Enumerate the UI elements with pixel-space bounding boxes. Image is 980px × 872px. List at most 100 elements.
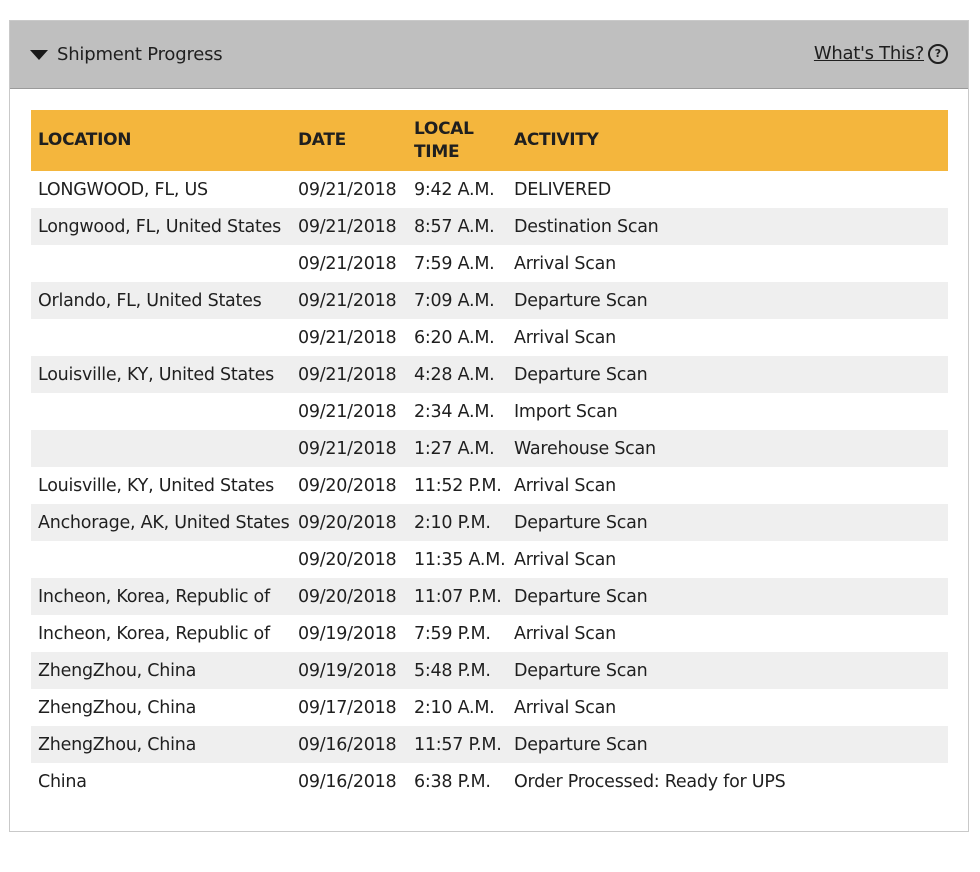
cell-activity: Arrival Scan [514,327,616,348]
cell-location: Orlando, FL, United States [38,290,262,311]
question-circle-icon[interactable]: ? [928,43,948,64]
cell-time: 4:28 A.M. [414,364,495,385]
cell-location: Louisville, KY, United States [38,364,274,385]
cell-location [31,245,291,282]
cell-date: 09/21/2018 [298,401,397,422]
table-row: 09/20/2018 11:35 A.M. Arrival Scan [31,541,948,578]
cell-time: 11:35 A.M. [414,549,506,570]
cell-location: Incheon, Korea, Republic of [38,586,270,607]
cell-activity: Arrival Scan [514,475,616,496]
cell-location: Incheon, Korea, Republic of [38,623,270,644]
cell-location: Longwood, FL, United States [38,216,282,237]
cell-date: 09/20/2018 [298,475,397,496]
cell-date: 09/20/2018 [298,512,397,533]
column-header-local-time: LOCAL TIME [407,110,507,171]
cell-date: 09/21/2018 [298,364,397,385]
cell-location: ZhengZhou, China [38,734,197,755]
cell-date: 09/20/2018 [298,586,397,607]
caret-down-icon [30,50,48,60]
column-header-date: DATE [298,130,346,150]
shipment-progress-table: LOCATION DATE LOCAL TIME ACTIVITY LONGWO… [31,110,948,800]
cell-activity: Warehouse Scan [514,438,656,459]
cell-activity: Arrival Scan [514,623,616,644]
cell-time: 2:10 A.M. [414,697,495,718]
cell-date: 09/21/2018 [298,290,397,311]
cell-date: 09/21/2018 [298,438,397,459]
cell-activity: Departure Scan [514,734,648,755]
help-container: What's This? ? [814,43,948,64]
cell-location: ZhengZhou, China [38,697,197,718]
cell-location [31,319,291,356]
cell-time: 2:10 P.M. [414,512,491,533]
whats-this-link[interactable]: What's This? [814,43,924,64]
cell-date: 09/16/2018 [298,771,397,792]
cell-location: China [38,771,87,792]
cell-time: 11:07 P.M. [414,586,502,607]
cell-time: 7:59 A.M. [414,253,495,274]
cell-date: 09/21/2018 [298,327,397,348]
cell-location: LONGWOOD, FL, US [38,179,208,200]
cell-activity: Departure Scan [514,512,648,533]
column-header-local-time-line2: TIME [414,141,460,162]
cell-date: 09/19/2018 [298,623,397,644]
table-row: ZhengZhou, China 09/16/2018 11:57 P.M. Depa… [31,726,948,763]
cell-date: 09/21/2018 [298,216,397,237]
cell-location: Anchorage, AK, United States [38,512,290,533]
table-row: 09/21/2018 2:34 A.M. Import Scan [31,393,948,430]
cell-location [31,430,291,467]
table-row: Incheon, Korea, Republic of 09/19/2018 7:5… [31,615,948,652]
cell-activity: DELIVERED [514,179,611,200]
cell-time: 5:48 P.M. [414,660,491,681]
cell-activity: Arrival Scan [514,253,616,274]
table-row: Anchorage, AK, United States 09/20/2018 2:… [31,504,948,541]
shipment-progress-panel: Shipment Progress What's This? ? LOCATIO… [9,20,969,832]
panel-header: Shipment Progress What's This? ? [10,21,968,89]
cell-time: 1:27 A.M. [414,438,495,459]
table-header-row: LOCATION DATE LOCAL TIME ACTIVITY [31,110,948,171]
table-row: Louisville, KY, United States 09/21/2018 4… [31,356,948,393]
cell-time: 11:57 P.M. [414,734,502,755]
cell-activity: Arrival Scan [514,549,616,570]
column-header-local-time-line1: LOCAL [414,118,474,139]
cell-time: 6:20 A.M. [414,327,495,348]
cell-date: 09/17/2018 [298,697,397,718]
table-row: ZhengZhou, China 09/19/2018 5:48 P.M. Depar… [31,652,948,689]
table-row: 09/21/2018 7:59 A.M. Arrival Scan [31,245,948,282]
table-row: Orlando, FL, United States 09/21/2018 7:09… [31,282,948,319]
table-row: Incheon, Korea, Republic of 09/20/2018 11:… [31,578,948,615]
cell-time: 9:42 A.M. [414,179,495,200]
table-header: LOCATION DATE LOCAL TIME ACTIVITY [31,110,948,171]
cell-date: 09/20/2018 [298,549,397,570]
cell-time: 11:52 P.M. [414,475,502,496]
cell-time: 7:09 A.M. [414,290,495,311]
table-row: Louisville, KY, United States 09/20/2018 1… [31,467,948,504]
cell-location [31,541,291,578]
column-header-activity: ACTIVITY [514,130,599,150]
cell-activity: Departure Scan [514,660,648,681]
table-row: 09/21/2018 6:20 A.M. Arrival Scan [31,319,948,356]
cell-date: 09/21/2018 [298,179,397,200]
table-row: 09/21/2018 1:27 A.M. Warehouse Scan [31,430,948,467]
table-row: Longwood, FL, United States 09/21/2018 8:5… [31,208,948,245]
cell-location [31,393,291,430]
cell-time: 8:57 A.M. [414,216,495,237]
cell-activity: Departure Scan [514,290,648,311]
cell-location: Louisville, KY, United States [38,475,274,496]
cell-activity: Import Scan [514,401,618,422]
cell-date: 09/19/2018 [298,660,397,681]
cell-time: 7:59 P.M. [414,623,491,644]
shipment-progress-toggle[interactable]: Shipment Progress [30,44,223,65]
cell-activity: Arrival Scan [514,697,616,718]
panel-title: Shipment Progress [57,44,223,65]
table-row: ZhengZhou, China 09/17/2018 2:10 A.M. Arriv… [31,689,948,726]
table-row: China 09/16/2018 6:38 P.M. Order Processed:… [31,763,948,800]
cell-activity: Order Processed: Ready for UPS [514,771,786,792]
cell-activity: Departure Scan [514,586,648,607]
cell-time: 2:34 A.M. [414,401,495,422]
cell-activity: Departure Scan [514,364,648,385]
table-row: LONGWOOD, FL, US 09/21/2018 9:42 A.M. DELIV… [31,171,948,208]
cell-date: 09/21/2018 [298,253,397,274]
cell-date: 09/16/2018 [298,734,397,755]
cell-location: ZhengZhou, China [38,660,197,681]
cell-activity: Destination Scan [514,216,659,237]
